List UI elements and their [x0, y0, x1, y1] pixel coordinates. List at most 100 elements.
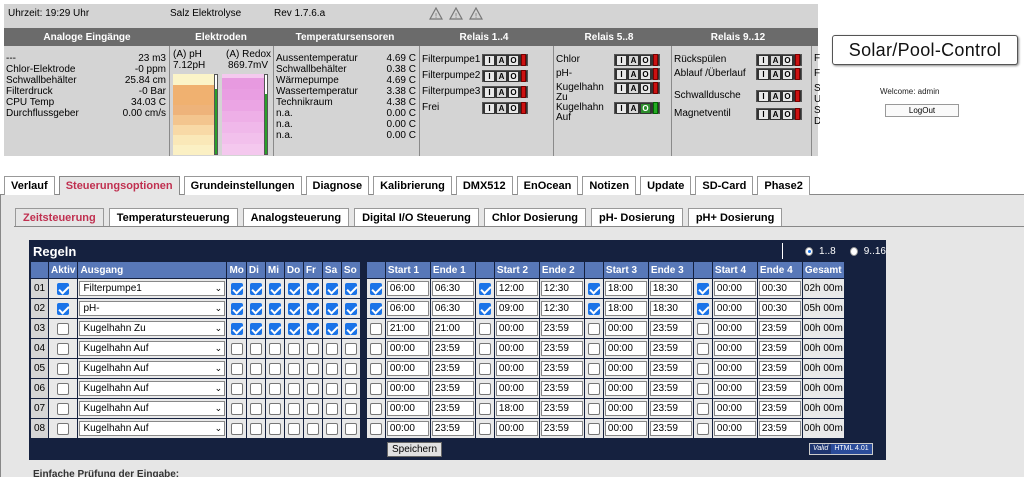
- rule-day-checkbox[interactable]: [306, 282, 319, 295]
- rule-slot-checkbox[interactable]: [587, 382, 600, 395]
- rule-day-checkbox[interactable]: [325, 402, 338, 415]
- relay-button-o[interactable]: O: [640, 68, 651, 80]
- sub-tab[interactable]: Analogsteuerung: [242, 208, 350, 227]
- rule-day-checkbox[interactable]: [230, 342, 243, 355]
- rule-slot-checkbox[interactable]: [478, 422, 491, 435]
- rule-active-checkbox[interactable]: [57, 302, 70, 315]
- rule-end-time-input[interactable]: 12:30: [540, 281, 583, 296]
- rule-slot-checkbox[interactable]: [696, 342, 709, 355]
- rule-end-time-input[interactable]: 23:59: [431, 341, 474, 356]
- relay-button-o[interactable]: O: [640, 102, 651, 114]
- rule-day-checkbox[interactable]: [306, 302, 319, 315]
- relay-button-o[interactable]: O: [782, 90, 793, 102]
- rule-day-checkbox[interactable]: [249, 322, 262, 335]
- range-9-16-radio[interactable]: [849, 246, 858, 256]
- rule-end-time-input[interactable]: 23:59: [758, 421, 801, 436]
- rule-end-time-input[interactable]: 23:59: [540, 361, 583, 376]
- rule-day-checkbox[interactable]: [249, 382, 262, 395]
- rule-day-checkbox[interactable]: [287, 362, 300, 375]
- rule-slot-checkbox[interactable]: [478, 362, 491, 375]
- relay-button-i[interactable]: I: [616, 68, 627, 80]
- rule-start-time-input[interactable]: 00:00: [495, 421, 538, 436]
- rule-end-time-input[interactable]: 06:30: [431, 281, 474, 296]
- main-tab[interactable]: Verlauf: [4, 176, 55, 195]
- rule-output-select[interactable]: Kugelhahn Zu ⌄: [79, 321, 226, 336]
- rule-start-time-input[interactable]: 09:00: [495, 301, 538, 316]
- rule-output-select[interactable]: Kugelhahn Auf ⌄: [79, 361, 226, 376]
- rule-active-checkbox[interactable]: [57, 402, 70, 415]
- rule-day-checkbox[interactable]: [344, 322, 357, 335]
- rule-day-checkbox[interactable]: [325, 362, 338, 375]
- relay-button-a[interactable]: A: [770, 90, 781, 102]
- relay-button-a[interactable]: A: [496, 102, 507, 114]
- rule-end-time-input[interactable]: 23:59: [540, 381, 583, 396]
- rule-end-time-input[interactable]: 23:59: [649, 361, 692, 376]
- rule-slot-checkbox[interactable]: [696, 402, 709, 415]
- rule-start-time-input[interactable]: 00:00: [604, 381, 647, 396]
- rule-day-checkbox[interactable]: [287, 282, 300, 295]
- html-valid-badge[interactable]: Valid HTML 4.01: [809, 443, 873, 455]
- rule-day-checkbox[interactable]: [344, 382, 357, 395]
- rule-day-checkbox[interactable]: [268, 422, 281, 435]
- rule-start-time-input[interactable]: 00:00: [713, 361, 756, 376]
- rule-day-checkbox[interactable]: [249, 342, 262, 355]
- rule-slot-checkbox[interactable]: [478, 382, 491, 395]
- rule-slot-checkbox[interactable]: [369, 422, 382, 435]
- rule-day-checkbox[interactable]: [344, 402, 357, 415]
- relay-button-o[interactable]: O: [640, 82, 651, 94]
- rule-start-time-input[interactable]: 00:00: [495, 361, 538, 376]
- relay-button-o[interactable]: O: [508, 86, 519, 98]
- rule-day-checkbox[interactable]: [325, 322, 338, 335]
- sub-tab[interactable]: Chlor Dosierung: [483, 208, 587, 227]
- rule-day-checkbox[interactable]: [230, 362, 243, 375]
- save-button[interactable]: Speichern: [387, 442, 442, 457]
- relay-button-a[interactable]: A: [628, 54, 639, 66]
- rule-end-time-input[interactable]: 23:59: [758, 381, 801, 396]
- relay-button-i[interactable]: I: [616, 54, 627, 66]
- relay-button-o[interactable]: O: [508, 54, 519, 66]
- relay-button-i[interactable]: I: [758, 54, 769, 66]
- rule-slot-checkbox[interactable]: [369, 362, 382, 375]
- rule-day-checkbox[interactable]: [325, 302, 338, 315]
- rule-output-select[interactable]: Kugelhahn Auf ⌄: [79, 401, 226, 416]
- rule-end-time-input[interactable]: 23:59: [649, 381, 692, 396]
- rule-day-checkbox[interactable]: [287, 322, 300, 335]
- relay-button-i[interactable]: I: [758, 90, 769, 102]
- relay-button-a[interactable]: A: [496, 86, 507, 98]
- rule-day-checkbox[interactable]: [325, 342, 338, 355]
- main-tab[interactable]: Grundeinstellungen: [183, 176, 302, 195]
- relay-button-i[interactable]: I: [484, 70, 495, 82]
- rule-slot-checkbox[interactable]: [587, 342, 600, 355]
- rule-slot-checkbox[interactable]: [369, 282, 382, 295]
- rule-active-checkbox[interactable]: [57, 382, 70, 395]
- rule-slot-checkbox[interactable]: [478, 402, 491, 415]
- rule-day-checkbox[interactable]: [268, 302, 281, 315]
- rule-day-checkbox[interactable]: [287, 302, 300, 315]
- rule-day-checkbox[interactable]: [325, 422, 338, 435]
- rule-start-time-input[interactable]: 00:00: [713, 381, 756, 396]
- rule-start-time-input[interactable]: 00:00: [604, 401, 647, 416]
- rule-start-time-input[interactable]: 00:00: [386, 341, 429, 356]
- rule-day-checkbox[interactable]: [306, 342, 319, 355]
- relay-button-i[interactable]: I: [484, 102, 495, 114]
- relay-button-i[interactable]: I: [758, 68, 769, 80]
- relay-button-i[interactable]: I: [758, 108, 769, 120]
- rule-start-time-input[interactable]: 00:00: [604, 361, 647, 376]
- rule-output-select[interactable]: Kugelhahn Auf ⌄: [79, 421, 226, 436]
- rule-day-checkbox[interactable]: [230, 382, 243, 395]
- rule-day-checkbox[interactable]: [287, 382, 300, 395]
- rule-end-time-input[interactable]: 23:59: [431, 381, 474, 396]
- rule-day-checkbox[interactable]: [249, 302, 262, 315]
- rule-day-checkbox[interactable]: [287, 422, 300, 435]
- rule-end-time-input[interactable]: 23:59: [758, 401, 801, 416]
- relay-button-a[interactable]: A: [628, 102, 639, 114]
- main-tab[interactable]: DMX512: [455, 176, 513, 195]
- relay-button-o[interactable]: O: [782, 108, 793, 120]
- rule-slot-checkbox[interactable]: [369, 322, 382, 335]
- relay-button-a[interactable]: A: [628, 82, 639, 94]
- rule-day-checkbox[interactable]: [306, 402, 319, 415]
- rule-end-time-input[interactable]: 23:59: [431, 421, 474, 436]
- rule-slot-checkbox[interactable]: [696, 282, 709, 295]
- rule-start-time-input[interactable]: 00:00: [495, 381, 538, 396]
- relay-button-i[interactable]: I: [484, 86, 495, 98]
